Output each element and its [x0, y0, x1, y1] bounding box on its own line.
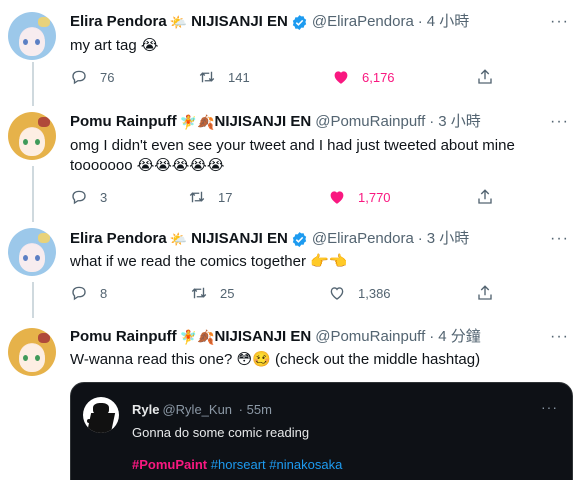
display-name[interactable]: Pomu Rainpuff [70, 327, 177, 347]
reply-button[interactable]: 8 [70, 284, 107, 302]
reply-button[interactable]: 76 [70, 68, 114, 86]
share-button[interactable] [476, 68, 494, 86]
like-button[interactable]: 1,770 [328, 188, 391, 206]
reply-button[interactable]: 3 [70, 188, 107, 206]
tweet-actions: 3 17 1,770 [70, 188, 500, 208]
like-button[interactable]: 6,176 [332, 68, 395, 86]
tweet-header: Elira Pendora 🌤️ NIJISANJI EN @EliraPend… [70, 229, 470, 249]
more-icon[interactable]: ··· [550, 112, 569, 132]
reply-icon [72, 70, 86, 85]
more-icon[interactable]: ··· [550, 229, 569, 249]
tweet-actions: 76 141 6,176 [70, 68, 500, 88]
heart-icon [330, 191, 344, 204]
tweet-actions: 8 25 1,386 [70, 284, 500, 304]
quote-header: Ryle @Ryle_Kun · 55m [132, 402, 272, 417]
share-button[interactable] [476, 284, 494, 302]
reply-icon [72, 286, 86, 301]
quote-display-name[interactable]: Ryle [132, 402, 159, 417]
more-icon[interactable]: ··· [541, 399, 558, 415]
name-emoji: 🌤️ [169, 14, 188, 30]
tweet-text: my art tag 😭 [70, 37, 159, 54]
name-org[interactable]: NIJISANJI EN [191, 12, 288, 32]
quote-avatar[interactable] [83, 397, 119, 433]
hashtag-link[interactable]: #horseart [211, 457, 266, 472]
avatar[interactable] [8, 328, 56, 376]
handle[interactable]: @PomuRainpuff [315, 112, 425, 132]
tweet-header: Elira Pendora 🌤️ NIJISANJI EN @EliraPend… [70, 12, 470, 32]
more-icon[interactable]: ··· [550, 12, 569, 32]
share-button[interactable] [476, 188, 494, 206]
heart-icon [334, 71, 348, 84]
handle[interactable]: @EliraPendora [312, 12, 414, 32]
share-icon [478, 285, 492, 300]
retweet-button[interactable]: 17 [188, 188, 232, 206]
name-emoji: 🧚🍂 [179, 329, 215, 345]
avatar[interactable] [8, 12, 56, 60]
tweet[interactable]: Elira Pendora 🌤️ NIJISANJI EN @EliraPend… [0, 220, 585, 320]
display-name[interactable]: Elira Pendora [70, 229, 167, 249]
tweet-text: omg I didn't even see your tweet and I h… [70, 137, 515, 174]
tweet-header: Pomu Rainpuff 🧚🍂 NIJISANJI EN @PomuRainp… [70, 327, 481, 347]
quote-timestamp[interactable]: 55m [247, 402, 272, 417]
timestamp[interactable]: 3 小時 [427, 229, 470, 249]
handle[interactable]: @PomuRainpuff [315, 327, 425, 347]
hashtag-link[interactable]: #ninakosaka [269, 457, 342, 472]
name-org[interactable]: NIJISANJI EN [191, 229, 288, 249]
avatar[interactable] [8, 112, 56, 160]
quote-handle[interactable]: @Ryle_Kun [162, 402, 232, 417]
name-emoji: 🧚🍂 [179, 114, 215, 130]
share-icon [478, 189, 492, 204]
quoted-tweet[interactable]: Ryle @Ryle_Kun · 55m ··· Gonna do some co… [70, 382, 573, 480]
name-org[interactable]: NIJISANJI EN [215, 112, 312, 132]
timestamp[interactable]: 4 分鐘 [438, 327, 481, 347]
retweet-icon [199, 71, 215, 83]
quote-text: Gonna do some comic reading [132, 425, 310, 440]
name-org[interactable]: NIJISANJI EN [215, 327, 312, 347]
avatar[interactable] [8, 228, 56, 276]
more-icon[interactable]: ··· [550, 327, 569, 347]
tweet-header: Pomu Rainpuff 🧚🍂 NIJISANJI EN @PomuRainp… [70, 112, 481, 132]
display-name[interactable]: Elira Pendora [70, 12, 167, 32]
verified-badge-icon [291, 14, 308, 31]
like-button[interactable]: 1,386 [328, 284, 391, 302]
share-icon [478, 69, 492, 84]
tweet[interactable]: Pomu Rainpuff 🧚🍂 NIJISANJI EN @PomuRainp… [0, 104, 585, 220]
handle[interactable]: @EliraPendora [312, 229, 414, 249]
tweet-text: what if we read the comics together 👉👈 [70, 253, 348, 270]
quote-hashtags: #PomuPaint #horseart #ninakosaka [132, 457, 342, 472]
name-emoji: 🌤️ [169, 231, 188, 247]
retweet-button[interactable]: 141 [198, 68, 250, 86]
verified-badge-icon [291, 231, 308, 248]
retweet-button[interactable]: 25 [190, 284, 234, 302]
heart-icon [330, 287, 344, 300]
tweet[interactable]: Elira Pendora 🌤️ NIJISANJI EN @EliraPend… [0, 0, 585, 104]
timestamp[interactable]: 3 小時 [438, 112, 481, 132]
retweet-icon [191, 287, 207, 299]
hashtag-link[interactable]: #PomuPaint [132, 457, 207, 472]
timestamp[interactable]: 4 小時 [427, 12, 470, 32]
display-name[interactable]: Pomu Rainpuff [70, 112, 177, 132]
retweet-icon [189, 191, 205, 203]
tweet-text: W-wanna read this one? 😳🥴 (check out the… [70, 351, 481, 368]
reply-icon [72, 190, 86, 205]
